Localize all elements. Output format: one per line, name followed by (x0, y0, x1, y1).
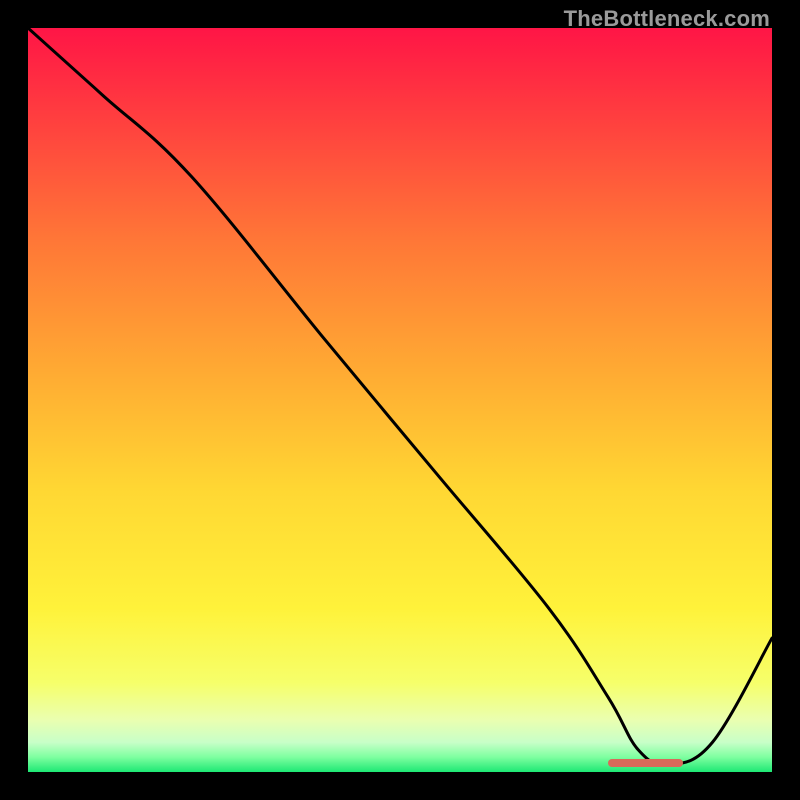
chart-stage: TheBottleneck.com (0, 0, 800, 800)
plot-area (28, 28, 772, 772)
bottleneck-curve (28, 28, 772, 765)
optimal-range-marker (608, 759, 682, 767)
curve-layer (28, 28, 772, 772)
